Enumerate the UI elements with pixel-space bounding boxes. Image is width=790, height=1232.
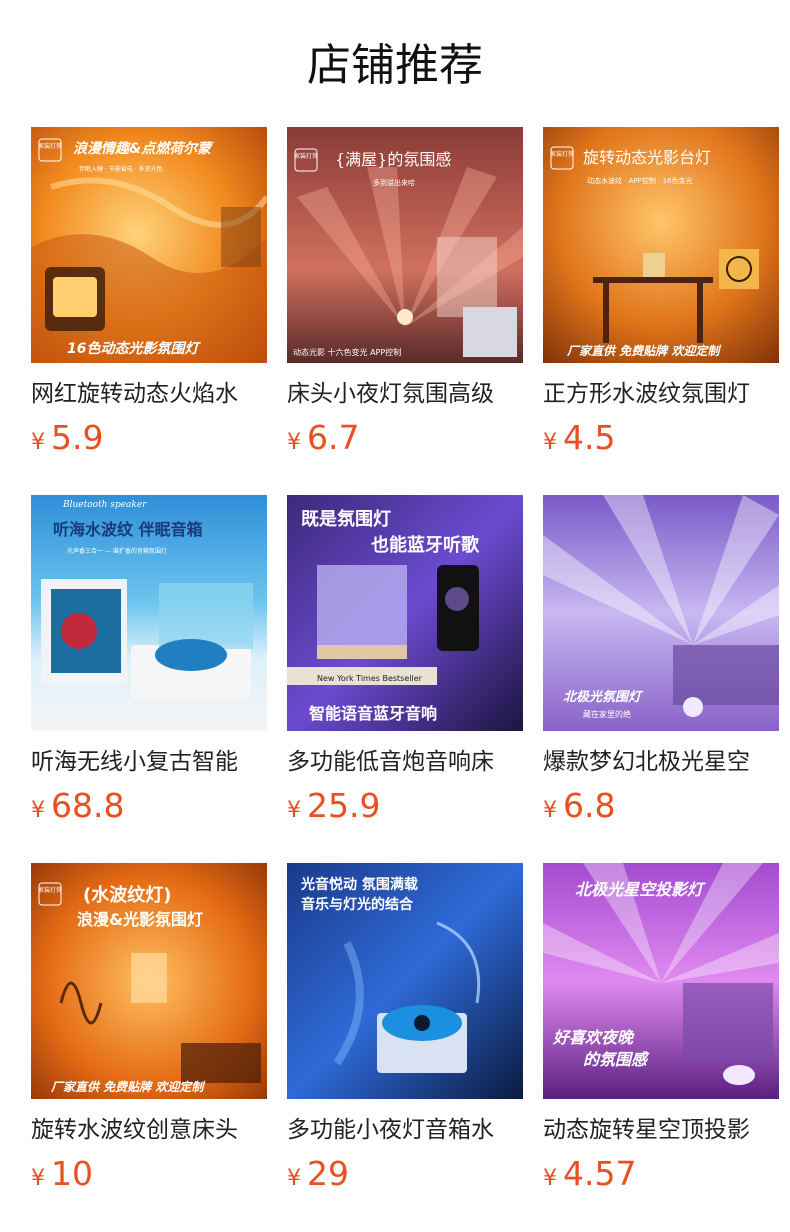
price-value: 68.8 [51, 786, 125, 825]
price-value: 10 [51, 1154, 93, 1193]
image-headline-2: 音乐与灯光的结合 [301, 896, 414, 913]
image-headline-2: 浪漫&光影氛围灯 [77, 910, 203, 929]
image-badge-text: 家装灯饰 [38, 886, 62, 894]
product-grid: 家装灯饰 浪漫情趣&点燃荷尔蒙 伴眠入睡 · 节能省电 · 多变光色 16色动态… [31, 127, 779, 1231]
currency-symbol: ¥ [287, 798, 301, 823]
product-title[interactable]: 床头小夜灯氛围高级 [287, 378, 523, 410]
image-footer: 智能语音蓝牙音响 [309, 704, 437, 723]
product-image[interactable]: 北极光氛围灯 藏在家里的绝 [543, 495, 779, 731]
currency-symbol: ¥ [543, 430, 557, 455]
product-price: ¥4.57 [543, 1152, 779, 1196]
product-image[interactable]: 北极光星空投影灯 好喜欢夜晚 的氛围感 [543, 863, 779, 1099]
product-image[interactable]: 家装灯饰 浪漫情趣&点燃荷尔蒙 伴眠入睡 · 节能省电 · 多变光色 16色动态… [31, 127, 267, 363]
product-image[interactable]: 家装灯饰 (水波纹灯) 浪漫&光影氛围灯 厂家直供 免费贴牌 欢迎定制 [31, 863, 267, 1099]
product-card[interactable]: 家装灯饰 浪漫情趣&点燃荷尔蒙 伴眠入睡 · 节能省电 · 多变光色 16色动态… [31, 127, 267, 495]
image-badge-text: 家装灯饰 [550, 150, 574, 158]
image-footer: 厂家直供 免费贴牌 欢迎定制 [566, 344, 721, 358]
currency-symbol: ¥ [287, 1166, 301, 1191]
image-footer: 16色动态光影氛围灯 [67, 340, 201, 357]
currency-symbol: ¥ [287, 430, 301, 455]
product-title[interactable]: 正方形水波纹氛围灯 [543, 378, 779, 410]
product-image[interactable]: Bluetooth speaker 听海水波纹 伴眠音箱 光声香三合一 — 堪扩… [31, 495, 267, 731]
product-price: ¥29 [287, 1152, 523, 1196]
product-price: ¥5.9 [31, 416, 267, 460]
product-card[interactable]: 北极光氛围灯 藏在家里的绝 爆款梦幻北极光星空 ¥6.8 [543, 495, 779, 863]
currency-symbol: ¥ [543, 1166, 557, 1191]
price-value: 5.9 [51, 418, 104, 457]
product-price: ¥25.9 [287, 784, 523, 828]
currency-symbol: ¥ [31, 430, 45, 455]
image-headline: 浪漫情趣&点燃荷尔蒙 [73, 140, 214, 157]
image-script: Bluetooth speaker [62, 500, 147, 510]
image-book-text: New York Times Bestseller [317, 674, 423, 683]
product-card[interactable]: 光音悦动 氛围满载 音乐与灯光的结合 多功能小夜灯音箱水 ¥29 [287, 863, 523, 1231]
page-title: 店铺推荐 [307, 40, 483, 91]
image-headline: 听海水波纹 伴眠音箱 [53, 520, 203, 539]
product-title[interactable]: 多功能低音炮音响床 [287, 746, 523, 778]
product-card[interactable]: Bluetooth speaker 听海水波纹 伴眠音箱 光声香三合一 — 堪扩… [31, 495, 267, 863]
product-image[interactable]: 家装灯饰 {满屋}的氛围感 多到溢出来哈 动态光影 十六色变光 APP控制 [287, 127, 523, 363]
image-badge-text: 家装灯饰 [294, 152, 318, 160]
image-subline: 藏在家里的绝 [583, 709, 631, 719]
price-value: 6.7 [307, 418, 360, 457]
product-image[interactable]: 光音悦动 氛围满载 音乐与灯光的结合 [287, 863, 523, 1099]
price-value: 29 [307, 1154, 349, 1193]
product-price: ¥4.5 [543, 416, 779, 460]
image-headline-2: 也能蓝牙听歌 [371, 534, 480, 556]
image-headline: (水波纹灯) [83, 884, 171, 906]
product-price: ¥10 [31, 1152, 267, 1196]
price-value: 25.9 [307, 786, 381, 825]
image-subline: 光声香三合一 — 堪扩香的音箱氛围灯 [67, 547, 167, 555]
image-subline: 动态水波纹 · APP控制 · 16色变光 [587, 176, 693, 185]
product-card[interactable]: New York Times Bestseller 既是氛围灯 也能蓝牙听歌 智… [287, 495, 523, 863]
image-footer: 厂家直供 免费贴牌 欢迎定制 [50, 1080, 205, 1094]
image-headline: 北极光星空投影灯 [575, 880, 706, 899]
image-badge-text: 家装灯饰 [38, 142, 62, 150]
image-subline: 的氛围感 [583, 1050, 650, 1069]
product-image[interactable]: 家装灯饰 旋转动态光影台灯 动态水波纹 · APP控制 · 16色变光 厂家直供… [543, 127, 779, 363]
product-card[interactable]: 家装灯饰 {满屋}的氛围感 多到溢出来哈 动态光影 十六色变光 APP控制 床头… [287, 127, 523, 495]
currency-symbol: ¥ [31, 1166, 45, 1191]
product-card[interactable]: 北极光星空投影灯 好喜欢夜晚 的氛围感 动态旋转星空顶投影 ¥4.57 [543, 863, 779, 1231]
product-image[interactable]: New York Times Bestseller 既是氛围灯 也能蓝牙听歌 智… [287, 495, 523, 731]
image-subline: 多到溢出来哈 [373, 178, 415, 187]
product-price: ¥6.8 [543, 784, 779, 828]
price-value: 6.8 [563, 786, 616, 825]
image-headline: 光音悦动 氛围满载 [300, 876, 418, 893]
image-headline: 北极光氛围灯 [563, 689, 644, 705]
price-value: 4.5 [563, 418, 616, 457]
product-title[interactable]: 爆款梦幻北极光星空 [543, 746, 779, 778]
currency-symbol: ¥ [31, 798, 45, 823]
currency-symbol: ¥ [543, 798, 557, 823]
image-subline: 伴眠入睡 · 节能省电 · 多变光色 [79, 165, 162, 173]
product-title[interactable]: 听海无线小复古智能 [31, 746, 267, 778]
image-headline: 旋转动态光影台灯 [583, 148, 711, 167]
product-title[interactable]: 动态旋转星空顶投影 [543, 1114, 779, 1146]
image-headline-2: 好喜欢夜晚 [552, 1028, 635, 1047]
product-price: ¥6.7 [287, 416, 523, 460]
product-card[interactable]: 家装灯饰 (水波纹灯) 浪漫&光影氛围灯 厂家直供 免费贴牌 欢迎定制 旋转水波… [31, 863, 267, 1231]
product-title[interactable]: 旋转水波纹创意床头 [31, 1114, 267, 1146]
image-footer: 动态光影 十六色变光 APP控制 [293, 347, 401, 357]
price-value: 4.57 [563, 1154, 637, 1193]
image-headline: {满屋}的氛围感 [335, 150, 451, 169]
product-card[interactable]: 家装灯饰 旋转动态光影台灯 动态水波纹 · APP控制 · 16色变光 厂家直供… [543, 127, 779, 495]
product-title[interactable]: 多功能小夜灯音箱水 [287, 1114, 523, 1146]
product-title[interactable]: 网红旋转动态火焰水 [31, 378, 267, 410]
product-price: ¥68.8 [31, 784, 267, 828]
image-headline: 既是氛围灯 [301, 508, 391, 530]
